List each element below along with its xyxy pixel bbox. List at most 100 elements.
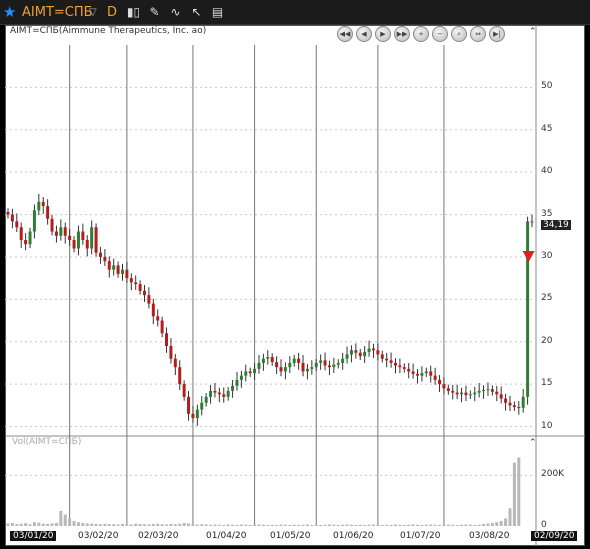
candle-body <box>204 396 208 403</box>
candle-body <box>499 394 503 399</box>
volume-bar <box>301 524 305 526</box>
candle-body <box>191 413 195 419</box>
volume-bar <box>402 524 406 526</box>
volume-bar <box>495 522 499 526</box>
volume-bar <box>147 524 151 526</box>
zoom-in-icon[interactable]: + <box>413 26 429 42</box>
scroll-end-icon[interactable]: ▶| <box>489 26 505 42</box>
volume-bar <box>486 523 490 526</box>
volume-bar <box>59 510 63 526</box>
candle-body <box>160 320 164 334</box>
candle-body <box>125 269 129 279</box>
candle-body <box>59 227 63 236</box>
y-tick-label: 50 <box>541 81 553 92</box>
volume-bar <box>195 524 199 526</box>
candle-body <box>90 227 94 249</box>
volume-bar <box>10 522 14 526</box>
volume-bar <box>235 524 239 526</box>
candle-body <box>495 391 499 395</box>
candle-body <box>165 333 169 346</box>
volume-bar <box>28 524 32 526</box>
candle-body <box>438 379 442 385</box>
volume-bar <box>182 522 186 526</box>
zoom-fit-icon[interactable]: ⌕ <box>451 26 467 42</box>
next-icon[interactable]: ▶▶ <box>394 26 410 42</box>
volume-bar <box>490 522 494 526</box>
candle-body <box>429 371 433 376</box>
candle-body <box>248 371 252 374</box>
volume-bar <box>288 524 292 526</box>
volume-bar <box>398 524 402 526</box>
volume-title: Vol(AIMT=СПБ) <box>12 437 82 447</box>
candle-body <box>530 221 534 223</box>
candle-body <box>393 362 397 366</box>
candle-body <box>490 389 494 392</box>
candle-body <box>231 385 235 391</box>
volume-bar <box>129 524 133 526</box>
candle-body <box>411 371 415 374</box>
volume-bar <box>226 524 230 526</box>
candle-body <box>261 358 265 363</box>
candle-body <box>270 357 274 363</box>
volume-bar <box>429 524 433 526</box>
volume-bar <box>367 524 371 526</box>
reset-icon[interactable]: ⇔ <box>470 26 486 42</box>
volume-bar <box>283 524 287 526</box>
volume-bar <box>354 524 358 526</box>
candle-body <box>235 379 239 386</box>
first-icon[interactable]: ◀◀ <box>337 26 353 42</box>
last-price-label: 34,19 <box>541 220 571 230</box>
candle-body <box>288 362 292 368</box>
volume-bar <box>393 524 397 526</box>
candle-body <box>28 231 32 245</box>
candle-body <box>156 316 160 321</box>
collapse-volume-icon[interactable]: ⌃ <box>529 438 537 448</box>
candle-body <box>336 362 340 365</box>
candle-body <box>279 367 283 372</box>
volume-bar <box>191 523 195 526</box>
x-tick-label: 02/03/20 <box>138 531 179 541</box>
y-tick-label: 30 <box>541 250 553 261</box>
zoom-out-icon[interactable]: − <box>432 26 448 42</box>
candle-body <box>521 396 525 408</box>
volume-bar <box>178 523 182 526</box>
candle-body <box>10 214 14 222</box>
volume-bar <box>345 524 349 526</box>
candle-body <box>63 227 67 236</box>
volume-bar <box>371 524 375 526</box>
volume-bar <box>332 524 336 526</box>
candle-body <box>420 373 424 376</box>
volume-bar <box>50 523 54 526</box>
volume-bar <box>508 508 512 526</box>
collapse-icon[interactable]: ⌃ <box>529 27 537 37</box>
volume-bar <box>275 524 279 526</box>
candle-body <box>138 284 142 291</box>
candle-body <box>389 360 393 363</box>
candle-body <box>37 201 41 211</box>
candle-body <box>103 256 107 262</box>
volume-bar <box>138 523 142 526</box>
volume-bar <box>438 524 442 526</box>
candle-body <box>151 303 155 317</box>
candle-body <box>385 358 389 361</box>
prev-icon[interactable]: ◀ <box>356 26 372 42</box>
volume-bar <box>125 524 129 526</box>
candle-body <box>332 364 336 368</box>
volume-bar <box>389 524 393 526</box>
volume-bar <box>314 524 318 526</box>
volume-bar <box>6 523 10 526</box>
volume-bar <box>103 523 107 526</box>
volume-bar <box>41 523 45 526</box>
play-icon[interactable]: ▶ <box>375 26 391 42</box>
volume-bar <box>473 524 477 526</box>
volume-bar <box>464 524 468 526</box>
volume-bar <box>482 523 486 526</box>
candle-body <box>187 396 191 414</box>
volume-bar <box>385 524 389 526</box>
candle-body <box>85 240 89 249</box>
volume-bar <box>442 524 446 526</box>
candle-body <box>358 352 362 357</box>
candle-body <box>407 368 411 372</box>
chart-title: AIMT=СПБ(Aimmune Therapeutics, Inc. ao) <box>10 26 207 36</box>
chart-svg[interactable] <box>0 0 590 549</box>
